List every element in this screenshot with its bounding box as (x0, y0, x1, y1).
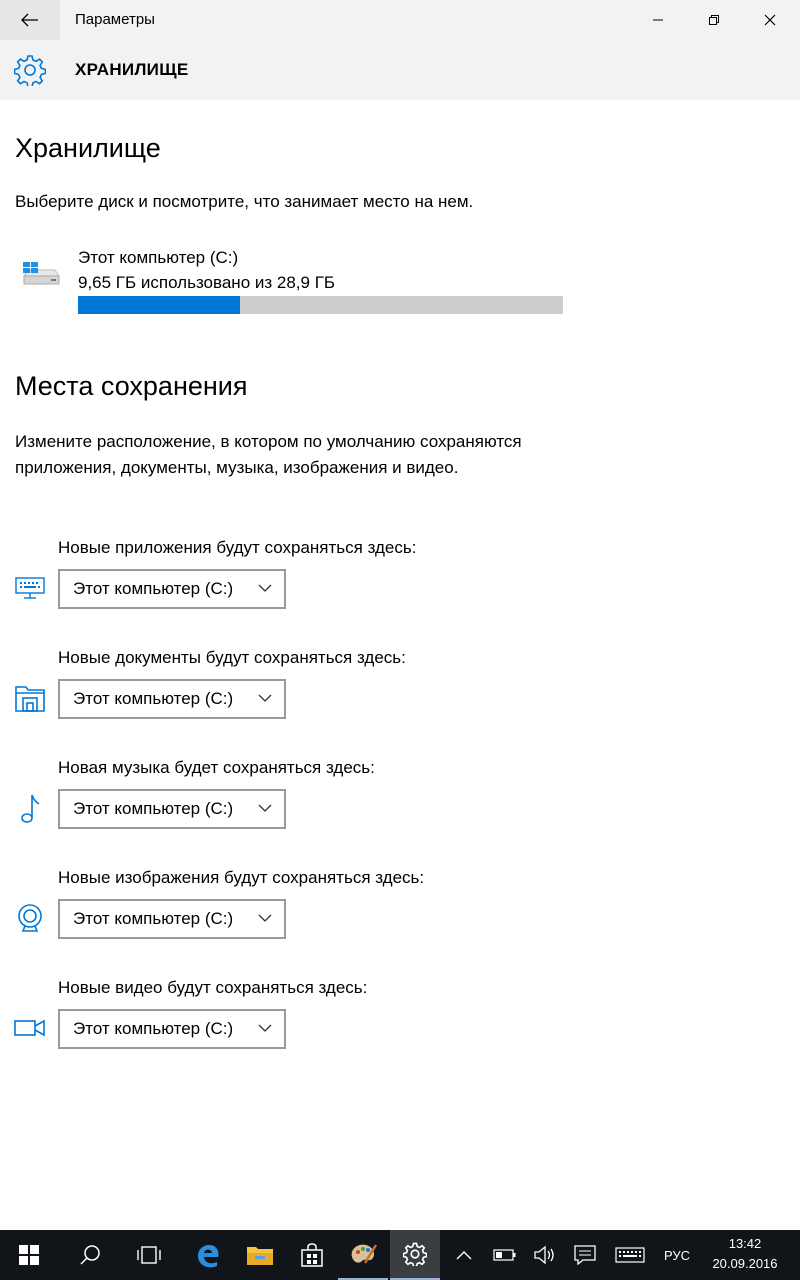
back-button[interactable] (0, 0, 60, 40)
settings-taskbar-button[interactable] (390, 1230, 440, 1280)
volume-button[interactable] (528, 1230, 562, 1280)
language-button[interactable]: РУС (656, 1230, 698, 1280)
restore-button[interactable] (686, 0, 742, 40)
storage-heading: Хранилище (15, 133, 161, 163)
language-indicator: РУС (663, 1247, 691, 1263)
battery-icon (493, 1249, 516, 1261)
music-icon (14, 792, 46, 824)
apps-location-select[interactable]: Этот компьютер (C:) (58, 569, 286, 609)
keyboard-icon (615, 1247, 645, 1263)
close-icon (764, 14, 776, 26)
close-button[interactable] (742, 0, 798, 40)
title-bar: Параметры (0, 0, 800, 40)
apps-location-label: Новые приложения будут сохраняться здесь… (58, 538, 417, 557)
restore-icon (709, 15, 719, 25)
documents-icon (14, 682, 46, 714)
minimize-icon (653, 19, 663, 21)
page-title: ХРАНИЛИЩЕ (75, 60, 189, 79)
chevron-down-icon (258, 914, 272, 922)
file-explorer-taskbar-button[interactable] (234, 1230, 286, 1280)
drive-icon (23, 262, 60, 285)
gear-icon (403, 1242, 427, 1266)
volume-icon (534, 1245, 554, 1265)
folder-icon (247, 1247, 273, 1265)
drive-name: Этот компьютер (C:) (78, 248, 239, 267)
battery-button[interactable] (488, 1230, 522, 1280)
pictures-location-select[interactable]: Этот компьютер (C:) (58, 899, 286, 939)
chevron-down-icon (258, 1024, 272, 1032)
app-title: Параметры (75, 11, 155, 28)
drive-usage-text: 9,65 ГБ использовано из 28,9 ГБ (78, 273, 336, 292)
video-location-label: Новые видео будут сохраняться здесь: (58, 978, 368, 997)
apps-location-value: Этот компьютер (C:) (73, 579, 234, 598)
video-location-value: Этот компьютер (C:) (73, 1019, 234, 1038)
drive-item[interactable]: Этот компьютер (C:) 9,65 ГБ использовано… (15, 248, 575, 318)
music-location-label: Новая музыка будет сохраняться здесь: (58, 758, 375, 777)
apps-icon (14, 572, 46, 604)
documents-location-label: Новые документы будут сохраняться здесь: (58, 648, 406, 667)
gear-icon (14, 55, 46, 86)
chevron-down-icon (258, 584, 272, 592)
start-button[interactable] (0, 1230, 58, 1280)
store-icon (301, 1243, 323, 1267)
video-location-select[interactable]: Этот компьютер (C:) (58, 1009, 286, 1049)
windows-icon (19, 1245, 39, 1265)
video-icon (14, 1012, 46, 1044)
taskbar: РУС (0, 1230, 800, 1280)
paint-palette-icon (351, 1244, 378, 1264)
edge-taskbar-button[interactable] (182, 1230, 234, 1280)
search-button[interactable] (64, 1230, 116, 1280)
minimize-button[interactable] (630, 0, 686, 40)
pictures-location-label: Новые изображения будут сохраняться здес… (58, 868, 425, 887)
paint-taskbar-button[interactable] (338, 1230, 388, 1280)
action-center-button[interactable] (568, 1230, 602, 1280)
chevron-up-icon (456, 1251, 472, 1260)
drive-usage-bar (78, 296, 563, 314)
storage-description: Выберите диск и посмотрите, что занимает… (15, 192, 474, 211)
search-icon (80, 1245, 100, 1265)
drive-usage-bar-fill (78, 296, 240, 314)
task-view-icon (137, 1246, 161, 1264)
store-taskbar-button[interactable] (286, 1230, 338, 1280)
page-header: ХРАНИЛИЩЕ (0, 40, 800, 100)
chevron-down-icon (258, 694, 272, 702)
save-locations-heading: Места сохранения (15, 371, 248, 401)
documents-location-select[interactable]: Этот компьютер (C:) (58, 679, 286, 719)
documents-location-value: Этот компьютер (C:) (73, 689, 234, 708)
edge-icon (198, 1245, 219, 1268)
chevron-down-icon (258, 804, 272, 812)
music-location-select[interactable]: Этот компьютер (C:) (58, 789, 286, 829)
clock[interactable]: 13:42 20.09.2016 (700, 1234, 790, 1274)
pictures-icon (14, 902, 46, 934)
touch-keyboard-button[interactable] (610, 1230, 650, 1280)
task-view-button[interactable] (122, 1230, 176, 1280)
clock-time: 13:42 (728, 1236, 762, 1251)
music-location-value: Этот компьютер (C:) (73, 799, 234, 818)
notification-icon (574, 1245, 596, 1265)
show-hidden-icons-button[interactable] (450, 1230, 478, 1280)
save-locations-description: Измените расположение, в котором по умол… (15, 432, 522, 477)
pictures-location-value: Этот компьютер (C:) (73, 909, 234, 928)
back-arrow-icon (21, 13, 38, 27)
clock-date: 20.09.2016 (712, 1256, 778, 1271)
